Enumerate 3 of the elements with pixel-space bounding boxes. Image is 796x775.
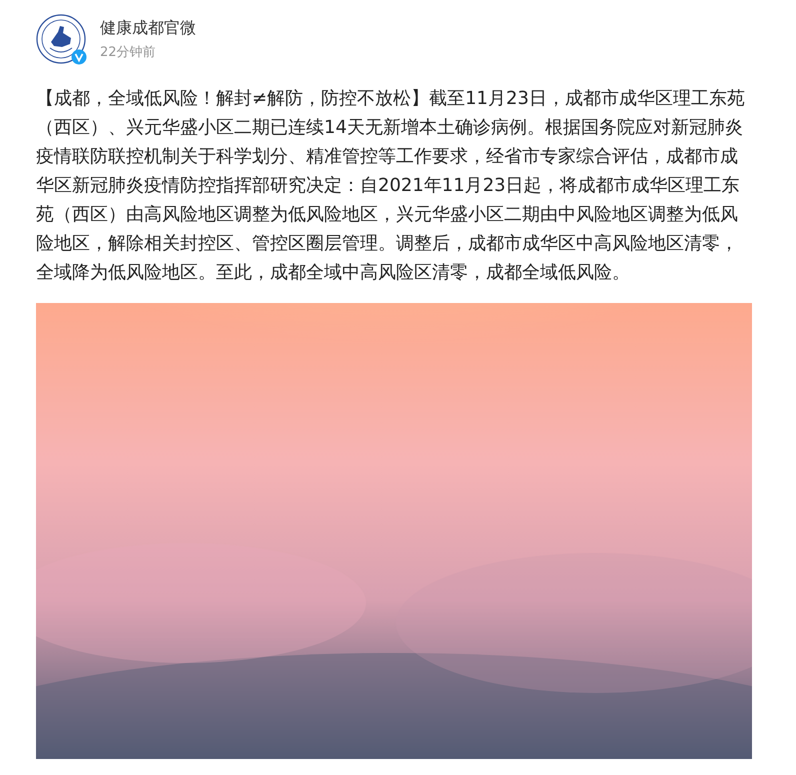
author-name[interactable]: 健康成都官微 — [100, 18, 196, 38]
avatar-emblem-icon[interactable] — [36, 14, 86, 64]
post-text: 【成都，全域低风险！解封≠解防，防控不放松】截至11月23日，成都市成华区理工东苑（西区）、兴元华盛小区二期已连续14天无新增本土确诊病例。根据国务院应对新冠肺炎疫情联防联控机制关于科学划分、精准管控等工作要求，经省市专家综合评估，成都市成华区新冠肺炎疫情防控指挥部研究决定：自2021年11月23日起，将成都市成华区理工东苑（西区）由高风险地区调整为低风险地区，兴元华盛小区二期由中风险地区调整为低风险地区，解除相关封控区、管控区圈层管理。调整后，成都市成华区中高风险地区清零，全域降为低风险地区。至此，成都全域中高风险区清零，成都全域低风险。 — [36, 87, 746, 285]
